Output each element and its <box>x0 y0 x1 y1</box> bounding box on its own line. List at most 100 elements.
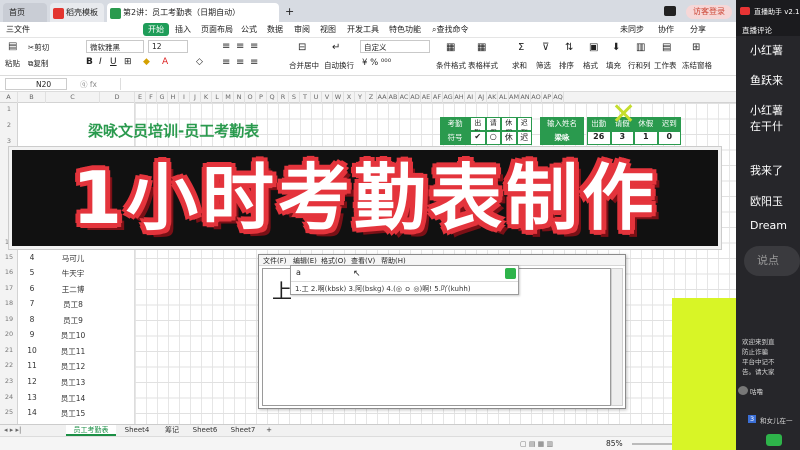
format-button[interactable]: 格式 <box>583 60 598 71</box>
column-header-cell[interactable]: AH <box>454 92 465 103</box>
employee-name-cell[interactable]: 员工11 <box>46 346 100 357</box>
employee-name-cell[interactable]: 员工14 <box>46 393 100 404</box>
view-mode-icons[interactable]: ▢ ▤ ▦ ▥ <box>520 440 553 448</box>
employee-name-cell[interactable]: 马可儿 <box>46 253 100 264</box>
column-header-cell[interactable]: H <box>168 92 179 103</box>
column-header-cell[interactable]: O <box>245 92 256 103</box>
number-format-select[interactable]: 自定义 <box>360 40 430 53</box>
column-header-cell[interactable]: AA <box>377 92 388 103</box>
column-header-cell[interactable]: B <box>18 92 46 103</box>
conditional-format-button[interactable]: 条件格式 <box>436 60 466 71</box>
font-size-select[interactable]: 12 <box>148 40 188 53</box>
bold-button[interactable]: B <box>86 57 93 67</box>
employee-id-cell[interactable]: 4 <box>18 253 46 262</box>
border-icon[interactable]: ⊞ <box>124 57 132 67</box>
column-header-cell[interactable]: L <box>212 92 223 103</box>
column-header-cell[interactable]: AF <box>432 92 443 103</box>
zoom-level[interactable]: 85% <box>606 439 623 448</box>
employee-name-cell[interactable]: 员工9 <box>46 315 100 326</box>
underline-button[interactable]: U <box>110 57 117 67</box>
zoom-slider[interactable] <box>632 443 672 445</box>
window-icon[interactable] <box>664 6 676 16</box>
freeze-panes-button[interactable]: 冻结窗格 <box>682 60 712 71</box>
column-header-cell[interactable]: AG <box>443 92 454 103</box>
clear-icon[interactable]: ◇ <box>196 57 203 67</box>
sum-button[interactable]: 求和 <box>512 60 527 71</box>
merge-icon[interactable]: ⊟ <box>298 42 306 53</box>
fill-color-icon[interactable]: ◆ <box>143 57 150 67</box>
column-header-cell[interactable]: K <box>201 92 212 103</box>
sheet-tab-sheet6[interactable]: Sheet6 <box>188 425 222 436</box>
font-color-icon[interactable]: A <box>162 57 168 67</box>
menu-features[interactable]: 特色功能 <box>389 24 421 35</box>
filter-icon[interactable]: ⊽ <box>542 42 549 53</box>
column-header-cell[interactable]: Z <box>366 92 377 103</box>
menu-view[interactable]: 视图 <box>320 24 336 35</box>
sum-icon[interactable]: Σ <box>518 42 524 53</box>
column-header-cell[interactable]: AJ <box>476 92 487 103</box>
employee-name-cell[interactable]: 员工15 <box>46 408 100 419</box>
column-header-cell[interactable]: N <box>234 92 245 103</box>
column-header-cell[interactable]: F <box>146 92 157 103</box>
fill-icon[interactable]: ⬇ <box>612 42 620 53</box>
column-header-cell[interactable]: D <box>100 92 135 103</box>
column-header-cell[interactable]: U <box>311 92 322 103</box>
employee-name-cell[interactable]: 牛天宇 <box>46 268 100 279</box>
employee-name-cell[interactable]: 员工8 <box>46 299 100 310</box>
cut-button[interactable]: ✂剪切 <box>28 42 49 53</box>
column-header-cell[interactable]: J <box>190 92 201 103</box>
menu-start[interactable]: 开始 <box>143 23 169 36</box>
ime-candidate-window[interactable]: a ↖ 1.工 2.啊(kbsk) 3.阿(bskg) 4.(◎ ｏ ◎)啊! … <box>290 265 519 295</box>
column-header-cell[interactable]: AC <box>399 92 410 103</box>
menu-insert[interactable]: 插入 <box>175 24 191 35</box>
format-icon[interactable]: ▣ <box>589 42 598 53</box>
employee-id-cell[interactable]: 7 <box>18 299 46 308</box>
italic-button[interactable]: I <box>99 57 102 67</box>
sync-status[interactable]: 未同步 <box>620 24 644 35</box>
row-col-button[interactable]: 行和列 <box>628 60 651 71</box>
add-sheet-button[interactable]: + <box>262 425 276 436</box>
tab-workbook[interactable]: 第2讲：员工考勤表（日期自动） <box>107 3 279 22</box>
employee-id-cell[interactable]: 6 <box>18 284 46 293</box>
column-header-cell[interactable]: Q <box>267 92 278 103</box>
currency-icon[interactable]: ¥ % ⁰⁰⁰ <box>362 58 391 68</box>
column-header-cell[interactable]: E <box>135 92 146 103</box>
column-header-cell[interactable]: AL <box>498 92 509 103</box>
align-center-icon[interactable]: ≡ <box>236 57 244 68</box>
employee-id-cell[interactable]: 10 <box>18 346 46 355</box>
merge-center-button[interactable]: 合并居中 <box>289 60 319 71</box>
column-header-cell[interactable]: A <box>0 92 18 103</box>
column-header-cell[interactable]: AM <box>509 92 520 103</box>
menu-review[interactable]: 审阅 <box>294 24 310 35</box>
command-search[interactable]: ⌕查找命令 <box>432 24 468 35</box>
summary-name-value[interactable]: 梁咏 <box>540 131 584 145</box>
align-bottom-icon[interactable]: ≡ <box>250 41 258 52</box>
notepad-scrollbar[interactable] <box>611 268 623 406</box>
fx-icon[interactable]: ⓠ fx <box>80 79 97 90</box>
font-family-select[interactable]: 微软雅黑 <box>86 40 144 53</box>
menu-page-layout[interactable]: 页面布局 <box>201 24 233 35</box>
column-header-cell[interactable]: W <box>333 92 344 103</box>
column-header-cell[interactable]: AK <box>487 92 498 103</box>
employee-id-cell[interactable]: 9 <box>18 330 46 339</box>
employee-name-cell[interactable]: 员工10 <box>46 330 100 341</box>
formula-input[interactable] <box>120 78 730 90</box>
menu-data[interactable]: 数据 <box>267 24 283 35</box>
row-col-icon[interactable]: ▥ <box>636 42 645 53</box>
employee-name-cell[interactable]: 王二博 <box>46 284 100 295</box>
worksheet-button[interactable]: 工作表 <box>654 60 677 71</box>
table-style-button[interactable]: 表格样式 <box>468 60 498 71</box>
column-header-cell[interactable]: AN <box>520 92 531 103</box>
column-header-cell[interactable]: AO <box>531 92 542 103</box>
column-header-cell[interactable]: V <box>322 92 333 103</box>
employee-id-cell[interactable]: 13 <box>18 393 46 402</box>
column-header-cell[interactable]: C <box>46 92 100 103</box>
column-header-cell[interactable]: I <box>179 92 190 103</box>
align-left-icon[interactable]: ≡ <box>222 57 230 68</box>
column-header-cell[interactable]: AB <box>388 92 399 103</box>
wrap-text-button[interactable]: 自动换行 <box>324 60 354 71</box>
freeze-icon[interactable]: ⊞ <box>692 42 700 53</box>
employee-id-cell[interactable]: 12 <box>18 377 46 386</box>
column-header-cell[interactable]: X <box>344 92 355 103</box>
employee-id-cell[interactable]: 5 <box>18 268 46 277</box>
